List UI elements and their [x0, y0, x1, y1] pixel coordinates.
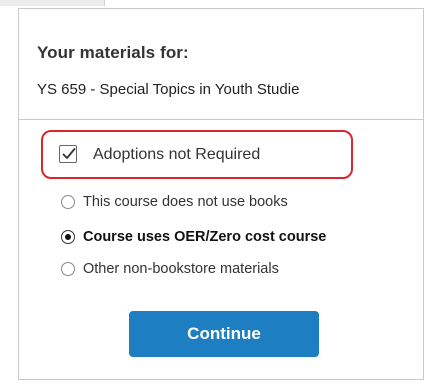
- adoptions-not-required-highlight: Adoptions not Required: [41, 130, 353, 179]
- option-other-materials[interactable]: Other non-bookstore materials: [61, 259, 279, 279]
- adoptions-label[interactable]: Adoptions not Required: [93, 146, 260, 164]
- course-name: YS 659 - Special Topics in Youth Studie: [37, 81, 300, 98]
- panel-heading: Your materials for:: [37, 43, 189, 62]
- panel-header: Your materials for: YS 659 - Special Top…: [19, 9, 423, 120]
- radio-oer-zero-cost[interactable]: [61, 230, 75, 244]
- radio-no-books[interactable]: [61, 195, 75, 209]
- top-tab-fragment: [0, 0, 105, 6]
- checkmark-icon: [62, 148, 76, 159]
- option-no-books[interactable]: This course does not use books: [61, 192, 288, 212]
- option-oer-zero-cost[interactable]: Course uses OER/Zero cost course: [61, 227, 326, 247]
- option-other-materials-label[interactable]: Other non-bookstore materials: [83, 261, 279, 277]
- radio-other-materials[interactable]: [61, 262, 75, 276]
- continue-button[interactable]: Continue: [129, 311, 319, 357]
- adoptions-checkbox[interactable]: [59, 145, 77, 163]
- option-oer-zero-cost-label[interactable]: Course uses OER/Zero cost course: [83, 229, 326, 245]
- materials-panel: Your materials for: YS 659 - Special Top…: [18, 8, 424, 380]
- option-no-books-label[interactable]: This course does not use books: [83, 194, 288, 210]
